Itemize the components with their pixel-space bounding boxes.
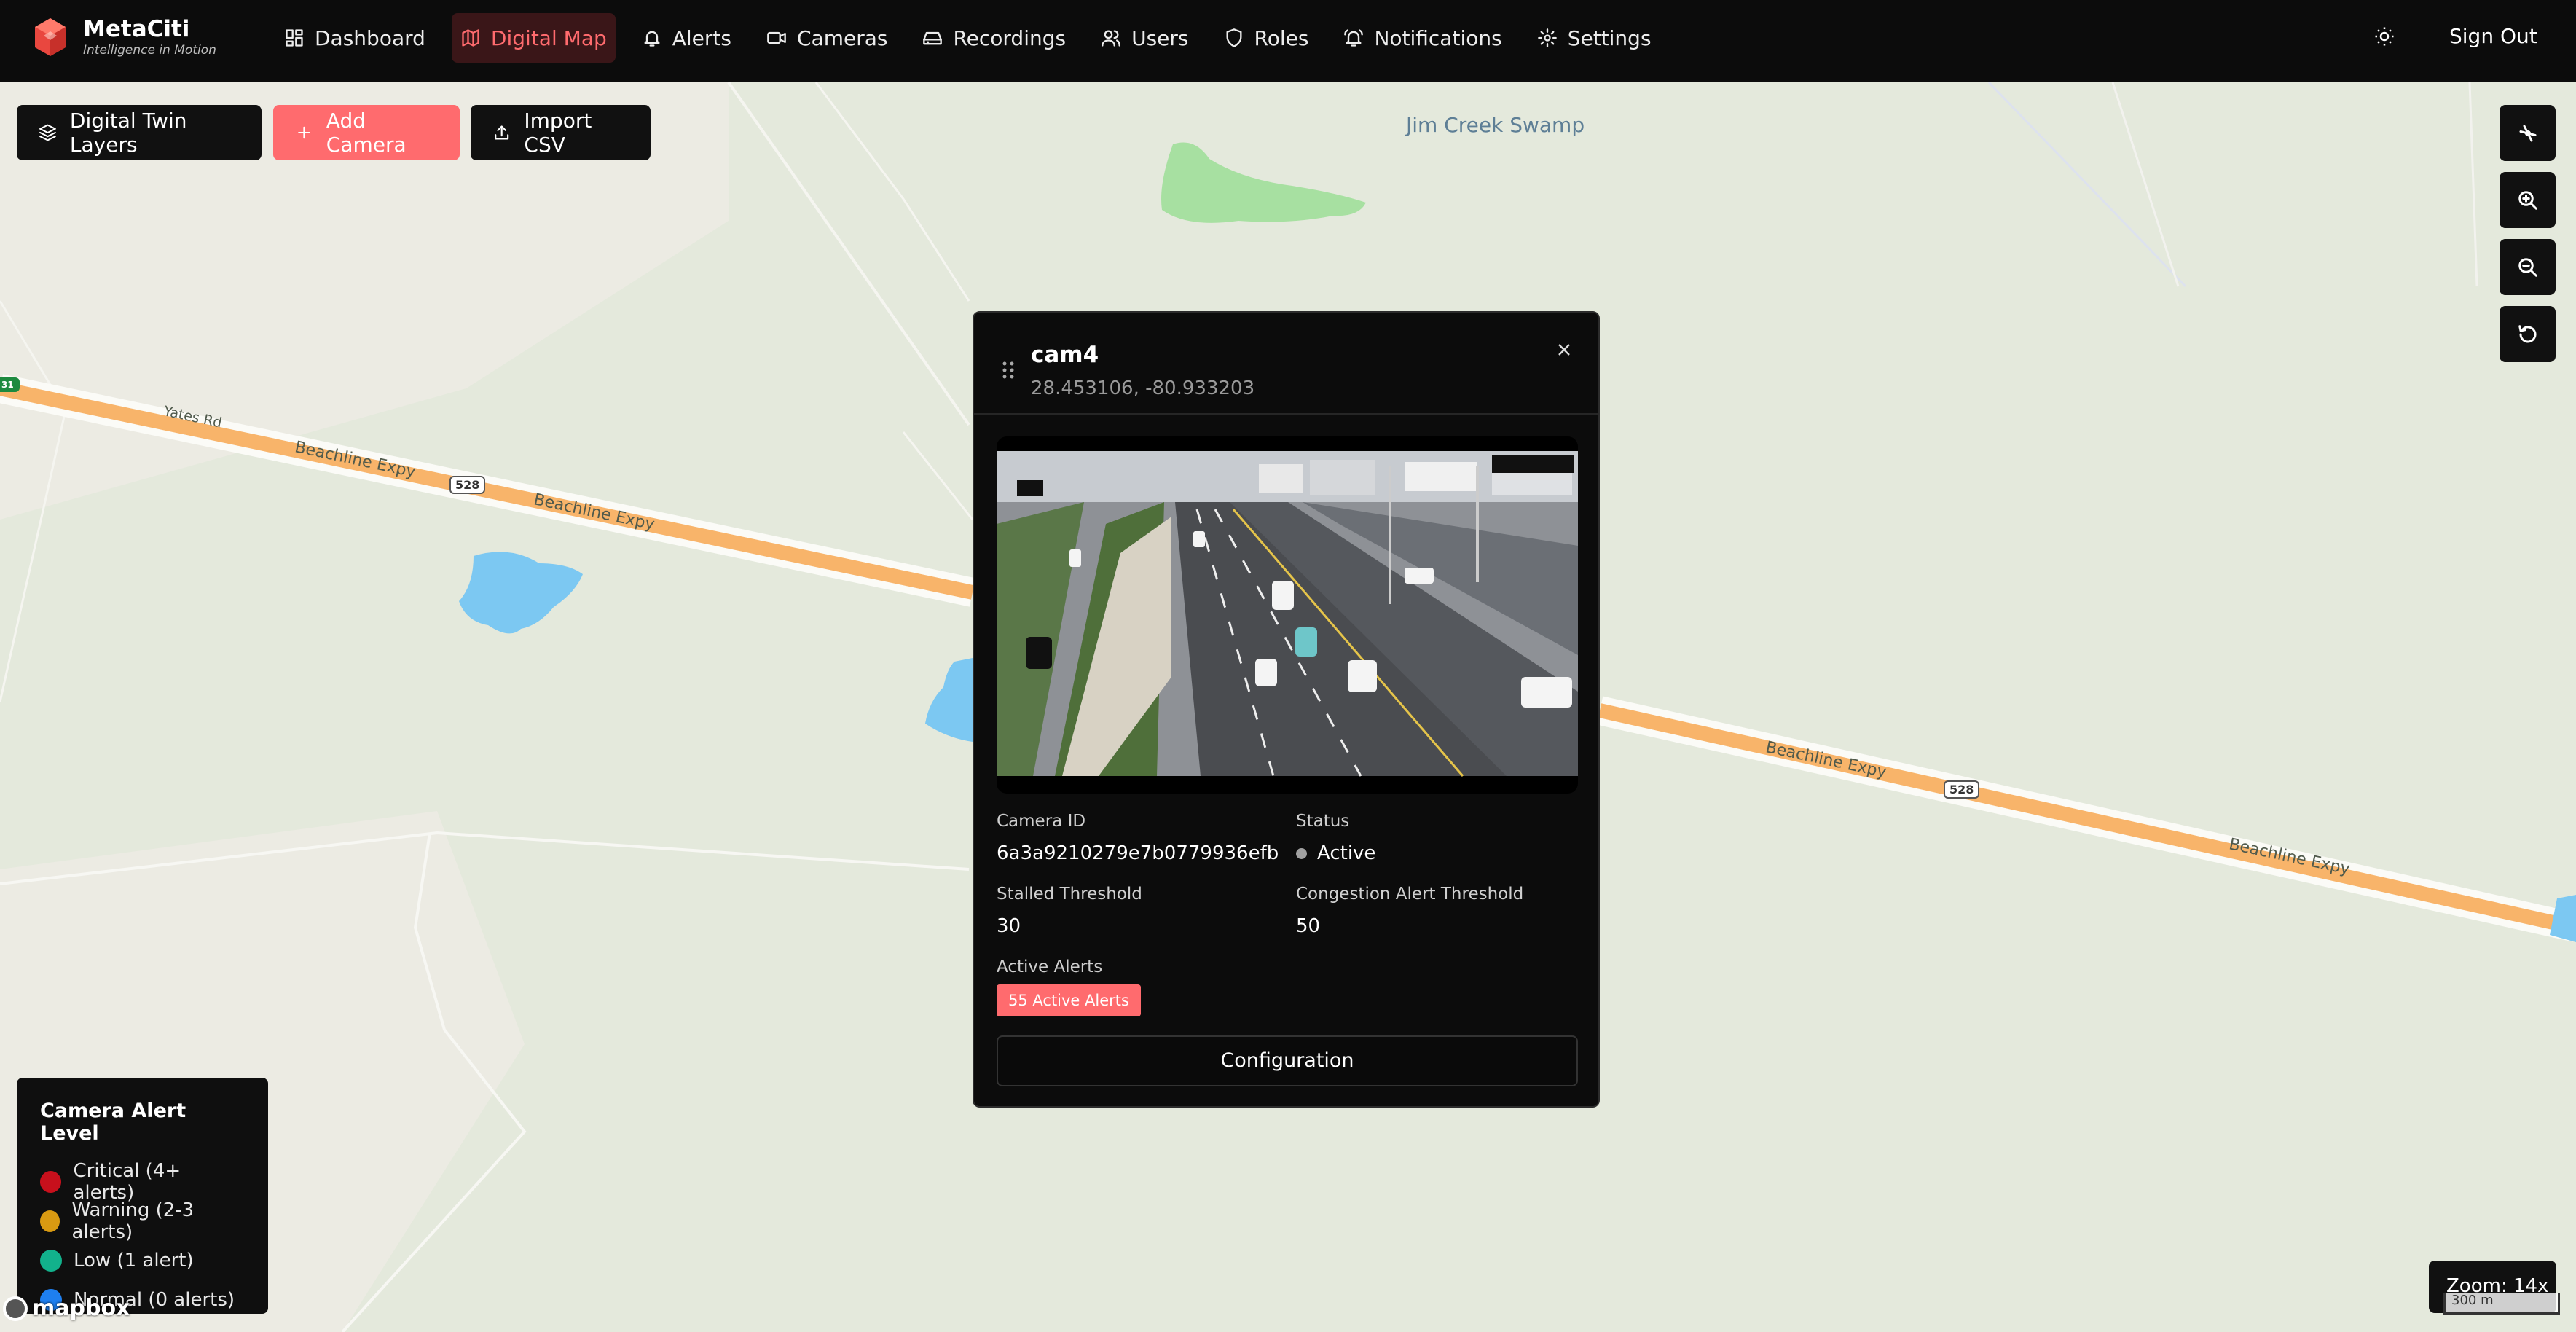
digital-twin-layers-button[interactable]: Digital Twin Layers bbox=[17, 105, 262, 160]
nav-item-label: Digital Map bbox=[490, 26, 607, 50]
status-dot-icon bbox=[1296, 848, 1307, 859]
highway-shield-528: 528 bbox=[449, 476, 486, 494]
dashboard-icon bbox=[286, 29, 303, 47]
compass-button[interactable] bbox=[2500, 105, 2556, 161]
sign-out-button[interactable]: Sign Out bbox=[2449, 22, 2537, 51]
nav-item-alerts[interactable]: Alerts bbox=[633, 13, 740, 63]
add-camera-label: Add Camera bbox=[326, 109, 407, 157]
nav-item-cameras[interactable]: Cameras bbox=[758, 13, 896, 63]
camera-alert-legend: Camera Alert Level Critical (4+ alerts) … bbox=[17, 1078, 268, 1314]
nav-item-label: Users bbox=[1131, 26, 1189, 50]
nav-item-label: Cameras bbox=[796, 26, 888, 50]
compass-icon bbox=[2519, 125, 2536, 141]
digital-twin-layers-label: Digital Twin Layers bbox=[69, 109, 187, 157]
camera-name: cam4 bbox=[1031, 342, 1099, 368]
mapbox-logo-icon bbox=[3, 1296, 28, 1321]
theme-toggle-button[interactable] bbox=[2373, 26, 2401, 53]
camera-id-label: Camera ID bbox=[997, 812, 1086, 831]
highway-shield-528: 528 bbox=[1944, 780, 1980, 799]
legend-label: Critical (4+ alerts) bbox=[73, 1160, 181, 1204]
nav-item-label: Alerts bbox=[672, 26, 731, 50]
camera-feed-image bbox=[997, 436, 1578, 794]
bell-icon bbox=[644, 31, 660, 47]
map-scale-bar: 300 m bbox=[2443, 1293, 2560, 1315]
nav-item-digital-map[interactable]: Digital Map bbox=[451, 13, 616, 63]
legend-item-low: Low (1 alert) bbox=[40, 1241, 245, 1280]
import-csv-label: Import CSV bbox=[524, 109, 592, 157]
hard-drive-icon bbox=[923, 31, 943, 45]
zoom-out-icon bbox=[2518, 257, 2537, 277]
map-label-swamp: Jim Creek Swamp bbox=[1406, 113, 1585, 137]
nav-item-label: Settings bbox=[1567, 26, 1652, 50]
camera-popup: cam4 28.453106, -80.933203 Camera ID 6a3… bbox=[973, 311, 1600, 1108]
nav-item-label: Dashboard bbox=[315, 26, 425, 50]
stalled-threshold-label: Stalled Threshold bbox=[997, 885, 1142, 904]
stalled-threshold-value: 30 bbox=[997, 915, 1021, 937]
legend-label: Low (1 alert) bbox=[74, 1250, 194, 1272]
zoom-in-button[interactable] bbox=[2500, 172, 2556, 228]
nav-item-label: Notifications bbox=[1374, 26, 1502, 50]
map-icon bbox=[462, 29, 479, 47]
active-alerts-label: Active Alerts bbox=[997, 957, 1103, 976]
video-camera-icon bbox=[767, 31, 786, 44]
nav-item-users[interactable]: Users bbox=[1092, 13, 1197, 63]
cube-logo-icon bbox=[35, 18, 66, 56]
app-logo[interactable]: MetaCiti Intelligence in Motion bbox=[34, 16, 216, 58]
users-icon bbox=[1102, 30, 1120, 47]
nav-menu: Dashboard Digital Map Alerts Cameras Rec… bbox=[275, 13, 1678, 63]
legend-item-warning: Warning (2-3 alerts) bbox=[40, 1199, 245, 1243]
legend-item-critical: Critical (4+ alerts) bbox=[40, 1160, 245, 1204]
nav-item-label: Recordings bbox=[953, 26, 1067, 50]
status-value: Active bbox=[1296, 842, 1375, 864]
status-text: Active bbox=[1317, 842, 1376, 864]
sun-icon bbox=[2375, 27, 2394, 46]
add-camera-button[interactable]: Add Camera bbox=[273, 105, 460, 160]
shield-icon bbox=[1226, 28, 1242, 47]
zoom-in-icon bbox=[2518, 190, 2537, 210]
close-popup-button[interactable] bbox=[1556, 342, 1578, 364]
zoom-out-button[interactable] bbox=[2500, 239, 2556, 295]
reset-icon bbox=[2518, 324, 2536, 342]
active-alerts-badge[interactable]: 55 Active Alerts bbox=[997, 984, 1141, 1016]
upload-icon bbox=[495, 125, 509, 140]
gear-icon bbox=[1537, 28, 1557, 47]
camera-id-value: 6a3a9210279e7b0779936efb bbox=[997, 842, 1279, 864]
nav-item-settings[interactable]: Settings bbox=[1528, 13, 1660, 63]
bell-ring-icon bbox=[1344, 29, 1364, 47]
nav-item-label: Roles bbox=[1254, 26, 1309, 50]
status-label: Status bbox=[1296, 812, 1350, 831]
nav-item-recordings[interactable]: Recordings bbox=[914, 13, 1075, 63]
plus-icon bbox=[298, 126, 310, 139]
top-nav: MetaCiti Intelligence in Motion Dashboar… bbox=[0, 0, 2576, 82]
highway-shield-edge: 31 bbox=[0, 377, 20, 392]
nav-item-dashboard[interactable]: Dashboard bbox=[275, 13, 434, 63]
mapbox-text: mapbox bbox=[32, 1296, 130, 1321]
app-name: MetaCiti bbox=[83, 16, 190, 42]
drag-handle-icon[interactable] bbox=[1002, 361, 1015, 380]
camera-coordinates: 28.453106, -80.933203 bbox=[1031, 377, 1255, 399]
popup-header: cam4 28.453106, -80.933203 bbox=[974, 313, 1598, 415]
app-tagline: Intelligence in Motion bbox=[83, 43, 216, 58]
legend-title: Camera Alert Level bbox=[40, 1100, 186, 1145]
mapbox-attribution[interactable]: mapbox bbox=[3, 1296, 130, 1321]
congestion-threshold-label: Congestion Alert Threshold bbox=[1296, 885, 1524, 904]
critical-dot-icon bbox=[40, 1171, 62, 1193]
nav-item-roles[interactable]: Roles bbox=[1215, 13, 1318, 63]
traffic-feed-illustration bbox=[997, 451, 1578, 777]
nav-item-notifications[interactable]: Notifications bbox=[1335, 13, 1510, 63]
reset-view-button[interactable] bbox=[2500, 306, 2556, 362]
configuration-button[interactable]: Configuration bbox=[997, 1035, 1578, 1086]
layers-icon bbox=[39, 124, 56, 141]
congestion-threshold-value: 50 bbox=[1296, 915, 1321, 937]
close-icon bbox=[1558, 344, 1570, 356]
legend-label: Warning (2-3 alerts) bbox=[71, 1199, 195, 1243]
warning-dot-icon bbox=[40, 1210, 60, 1232]
low-dot-icon bbox=[40, 1250, 62, 1272]
import-csv-button[interactable]: Import CSV bbox=[471, 105, 651, 160]
